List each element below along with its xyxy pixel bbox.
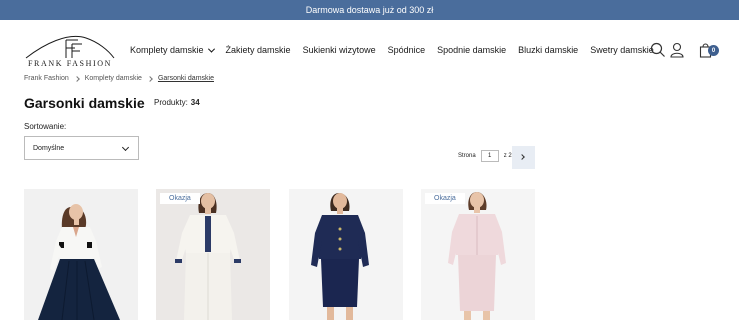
pagination: Strona 1 z 2 — [458, 150, 512, 162]
product-image — [421, 189, 535, 320]
logo[interactable]: FRANK FASHION — [24, 34, 116, 70]
breadcrumb: Frank Fashion Komplety damskie Garsonki … — [24, 75, 214, 82]
logo-mark — [25, 35, 115, 59]
nav-item-label: Spodnie damskie — [437, 45, 507, 55]
next-page-button[interactable] — [512, 146, 535, 169]
search-icon[interactable] — [650, 42, 666, 58]
product-card[interactable] — [289, 189, 403, 320]
nav-item-zakiety[interactable]: Żakiety damskie — [226, 45, 291, 55]
product-card[interactable]: Okazja — [421, 189, 535, 320]
cart-count-badge: 0 — [708, 45, 719, 56]
logo-text: FRANK FASHION — [28, 59, 112, 68]
product-badge: Okazja — [160, 193, 200, 204]
nav-item-label: Sukienki wizytowe — [302, 45, 376, 55]
nav-item-label: Komplety damskie — [130, 45, 204, 55]
products-count: Produkty: 34 — [154, 98, 200, 107]
nav-item-label: Spódnice — [387, 45, 426, 55]
chevron-right-icon — [147, 75, 153, 82]
product-image — [289, 189, 403, 320]
page-number-input[interactable]: 1 — [480, 150, 499, 162]
breadcrumb-item-current[interactable]: Garsonki damskie — [158, 75, 214, 82]
nav-item-spodnice[interactable]: Spódnice — [388, 45, 426, 55]
chevron-down-icon — [121, 143, 130, 152]
main-nav: Komplety damskie Żakiety damskie Sukienk… — [130, 43, 666, 57]
sort-select-value: Domyślne — [33, 144, 65, 152]
nav-item-komplety[interactable]: Komplety damskie — [130, 45, 215, 55]
product-badge: Okazja — [425, 193, 465, 204]
chevron-down-icon — [207, 45, 215, 53]
product-card[interactable] — [24, 189, 138, 320]
nav-item-bluzki[interactable]: Bluzki damskie — [518, 45, 578, 55]
breadcrumb-item-home[interactable]: Frank Fashion — [24, 75, 69, 82]
product-card[interactable]: Okazja — [156, 189, 270, 320]
chevron-right-icon — [73, 75, 80, 82]
page-title: Garsonki damskie — [24, 95, 145, 111]
nav-item-sukienki[interactable]: Sukienki wizytowe — [303, 45, 376, 55]
product-image — [156, 189, 270, 320]
chevron-right-icon — [519, 154, 525, 160]
promo-bar: Darmowa dostawa już od 300 zł — [0, 0, 739, 20]
products-count-value: 34 — [190, 98, 200, 107]
nav-item-label: Żakiety damskie — [225, 45, 291, 55]
promo-text: Darmowa dostawa już od 300 zł — [305, 5, 434, 15]
sort-label: Sortowanie: — [24, 122, 67, 131]
pagination-label: Strona — [458, 153, 476, 159]
nav-item-label: Swetry damskie — [590, 45, 654, 55]
pagination-total: z 2 — [503, 153, 512, 159]
sort-select[interactable]: Domyślne — [24, 136, 139, 160]
product-image — [24, 189, 138, 320]
products-count-label: Produkty: — [154, 98, 188, 107]
nav-item-label: Bluzki damskie — [518, 45, 579, 55]
cart-button[interactable]: 0 — [699, 42, 719, 58]
nav-item-swetry[interactable]: Swetry damskie — [590, 45, 654, 55]
breadcrumb-item-komplety[interactable]: Komplety damskie — [85, 75, 142, 82]
user-icon[interactable] — [669, 42, 685, 58]
nav-item-spodnie[interactable]: Spodnie damskie — [437, 45, 506, 55]
